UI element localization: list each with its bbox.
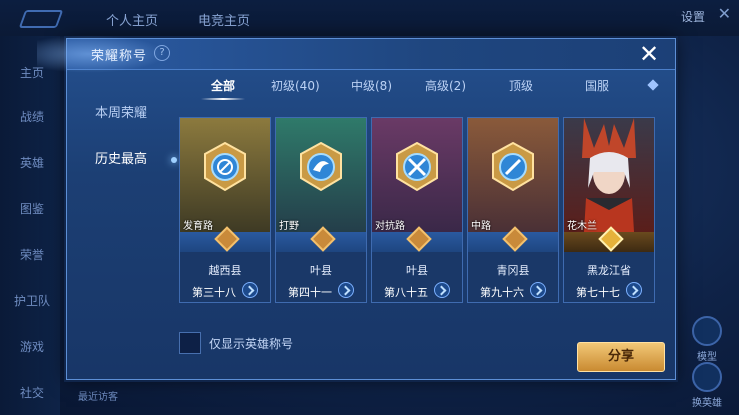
card-rank-text: 第七十七: [576, 286, 620, 299]
recent-visitors-label: 最近访客: [78, 392, 118, 403]
card-role-label: 中路: [471, 221, 491, 232]
background-sidebar: 主页 战绩 英雄 图鉴 荣誉 护卫队 游戏 社交: [0, 36, 60, 415]
tab-esports-home[interactable]: 电竞主页: [198, 10, 250, 29]
sidebar-item-records[interactable]: 战绩: [0, 108, 64, 125]
sidebar-item-guard[interactable]: 护卫队: [0, 292, 64, 309]
more-tabs-icon[interactable]: [647, 79, 659, 91]
back-icon[interactable]: [18, 10, 64, 28]
tab-top[interactable]: 顶级: [509, 77, 533, 94]
crossed-swords-emblem-icon: [396, 142, 438, 192]
change-hero-button[interactable]: 换英雄: [687, 362, 727, 409]
title-card[interactable]: 对抗路 叶县 第八十五: [371, 117, 463, 303]
active-tab-underline: [201, 98, 245, 100]
title-card[interactable]: 发育路 越西县 第三十八: [179, 117, 271, 303]
card-region: 叶县: [406, 264, 428, 277]
dragon-emblem-icon: [300, 142, 342, 192]
category-tabs: 全部 初级(40) 中级(8) 高级(2) 顶级 国服: [179, 77, 663, 101]
card-role-label: 发育路: [183, 221, 213, 232]
sword-emblem-icon: [492, 142, 534, 192]
card-ribbon: [180, 226, 270, 252]
title-card[interactable]: 中路 青冈县 第九十六: [467, 117, 559, 303]
title-cards: 发育路 越西县 第三十八 打野 叶县 第四十一 对抗路 叶县 第八十五 中路 青…: [179, 117, 663, 303]
tab-all[interactable]: 全部: [211, 77, 235, 94]
chevron-right-icon[interactable]: [242, 282, 258, 298]
sidebar-item-heroes[interactable]: 英雄: [0, 154, 64, 171]
chevron-right-icon[interactable]: [338, 282, 354, 298]
honor-title-dialog: 荣耀称号 ? ✕ 本周荣耀 历史最高 全部 初级(40) 中级(8) 高级(2)…: [37, 35, 676, 380]
title-card[interactable]: 打野 叶县 第四十一: [275, 117, 367, 303]
top-bar: 个人主页 电竞主页 设置 ✕: [0, 0, 739, 36]
card-region: 青冈县: [496, 264, 530, 277]
tab-beginner[interactable]: 初级(40): [271, 77, 320, 94]
card-ribbon: [468, 226, 558, 252]
change-hero-label: 换英雄: [692, 398, 722, 409]
clock-emblem-icon: [204, 142, 246, 192]
card-rank-text: 第八十五: [384, 286, 428, 299]
change-hero-icon: [692, 362, 722, 392]
chevron-right-icon[interactable]: [434, 282, 450, 298]
title-card[interactable]: 花木兰 黑龙江省 第七十七: [563, 117, 655, 303]
card-role-label: 打野: [279, 221, 299, 232]
card-ribbon: [564, 226, 654, 252]
chevron-right-icon[interactable]: [530, 282, 546, 298]
model-button[interactable]: 模型: [687, 316, 727, 363]
card-region: 叶县: [310, 264, 332, 277]
close-icon[interactable]: ✕: [718, 4, 731, 23]
card-rank: 第四十一: [276, 282, 366, 302]
checkbox[interactable]: [179, 332, 201, 354]
card-rank: 第三十八: [180, 282, 270, 302]
card-rank: 第七十七: [564, 282, 654, 302]
card-rank-text: 第四十一: [288, 286, 332, 299]
card-role-label: 对抗路: [375, 221, 405, 232]
card-rank: 第九十六: [468, 282, 558, 302]
tab-advanced[interactable]: 高级(2): [425, 77, 466, 94]
card-region: 越西县: [208, 264, 242, 277]
side-item-this-week[interactable]: 本周荣耀: [67, 91, 175, 137]
side-item-historical-best[interactable]: 历史最高: [67, 137, 177, 183]
card-ribbon: [372, 226, 462, 252]
sidebar-item-home[interactable]: 主页: [0, 64, 64, 81]
recent-visitors: 最近访客: [62, 384, 662, 404]
tab-personal-home[interactable]: 个人主页: [106, 10, 158, 29]
sidebar-item-social[interactable]: 社交: [0, 384, 64, 401]
card-ribbon: [276, 226, 366, 252]
tab-national[interactable]: 国服: [585, 77, 609, 94]
close-button[interactable]: ✕: [637, 42, 661, 66]
card-rank: 第八十五: [372, 282, 462, 302]
sidebar-item-codex[interactable]: 图鉴: [0, 200, 64, 217]
card-rank-text: 第九十六: [480, 286, 524, 299]
dialog-side-menu: 本周荣耀 历史最高: [67, 91, 177, 183]
tab-intermediate[interactable]: 中级(8): [351, 77, 392, 94]
settings-button[interactable]: 设置: [681, 8, 705, 25]
dialog-title: 荣耀称号: [91, 49, 148, 64]
card-rank-text: 第三十八: [192, 286, 236, 299]
sidebar-item-honor[interactable]: 荣誉: [0, 246, 64, 263]
help-icon[interactable]: ?: [154, 45, 170, 61]
checkbox-label: 仅显示英雄称号: [209, 337, 294, 351]
hero-portrait: [564, 118, 654, 232]
card-region: 黑龙江省: [587, 264, 631, 277]
card-role-label: 花木兰: [567, 221, 597, 232]
share-button[interactable]: 分享: [577, 342, 665, 372]
model-icon: [692, 316, 722, 346]
chevron-right-icon[interactable]: [626, 282, 642, 298]
dialog-header: 荣耀称号 ? ✕: [37, 35, 675, 73]
sidebar-item-games[interactable]: 游戏: [0, 338, 64, 355]
